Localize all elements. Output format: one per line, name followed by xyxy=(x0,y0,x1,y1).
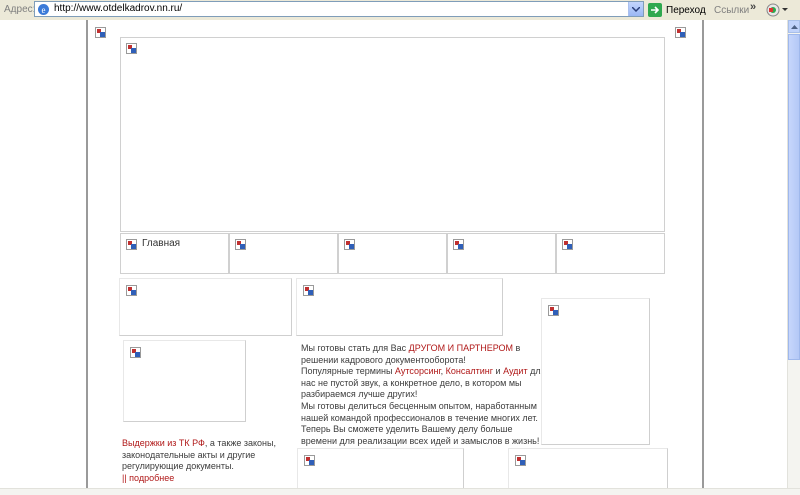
scroll-up-button[interactable] xyxy=(788,20,800,33)
chevron-down-icon xyxy=(782,7,788,11)
scroll-thumb[interactable] xyxy=(788,34,800,360)
svg-text:e: e xyxy=(42,5,46,15)
address-dropdown-button[interactable] xyxy=(628,2,643,16)
left-header-box xyxy=(119,278,292,336)
chevron-down-icon xyxy=(632,6,640,12)
broken-image-icon xyxy=(126,285,137,296)
nav-item-3[interactable] xyxy=(338,233,447,274)
broken-image-icon xyxy=(304,455,315,466)
broken-image-icon xyxy=(303,285,314,296)
audit-link[interactable]: Аудит xyxy=(503,366,528,376)
right-bottom-box xyxy=(508,448,668,488)
toolbar-extra-button[interactable] xyxy=(766,2,794,17)
address-toolbar: Адрес: e http://www.otdelkadrov.nn.ru/ П… xyxy=(0,0,800,21)
nav-item-4[interactable] xyxy=(447,233,556,274)
broken-image-icon xyxy=(235,239,246,250)
broken-image-icon xyxy=(453,239,464,250)
broken-image-icon xyxy=(126,239,137,250)
broken-image-icon xyxy=(126,43,137,54)
browser-viewport: Главная Выдержки из ТК РФ, а также закон… xyxy=(0,20,787,488)
address-field[interactable]: e http://www.otdelkadrov.nn.ru/ xyxy=(34,1,644,17)
broken-image-icon xyxy=(344,239,355,250)
chevron-up-icon xyxy=(790,24,798,29)
go-arrow-icon xyxy=(648,3,662,17)
outsourcing-link[interactable]: Аутсорсинг xyxy=(395,366,441,376)
left-laws-text: Выдержки из ТК РФ, а также законы, закон… xyxy=(122,438,276,483)
broken-image-icon xyxy=(675,27,686,38)
intro-text: Мы готовы стать для Вас ДРУГОМ И ПАРТНЕР… xyxy=(301,343,546,446)
left-image-box xyxy=(123,340,246,422)
nav-item-5[interactable] xyxy=(556,233,665,274)
nav-item-home[interactable]: Главная xyxy=(120,233,229,274)
go-button[interactable]: Переход xyxy=(648,2,706,18)
ie-page-icon: e xyxy=(38,4,49,15)
header-banner xyxy=(120,37,665,232)
center-header-box xyxy=(296,278,503,336)
vertical-scrollbar[interactable] xyxy=(787,20,800,488)
address-url[interactable]: http://www.otdelkadrov.nn.ru/ xyxy=(54,3,182,14)
links-toolbar-label[interactable]: Ссылки xyxy=(714,5,749,16)
consulting-link[interactable]: Консалтинг xyxy=(446,366,493,376)
toolbar-globe-icon xyxy=(766,3,780,16)
partner-link[interactable]: ДРУГОМ И ПАРТНЕРОМ xyxy=(409,343,513,353)
page-container: Главная Выдержки из ТК РФ, а также закон… xyxy=(86,20,704,488)
broken-image-icon xyxy=(130,347,141,358)
go-label: Переход xyxy=(666,4,706,16)
right-side-box xyxy=(541,298,650,445)
broken-image-icon xyxy=(95,27,106,38)
nav-home-label[interactable]: Главная xyxy=(142,238,180,249)
address-label: Адрес: xyxy=(4,4,36,15)
tk-rf-link[interactable]: Выдержки из ТК РФ xyxy=(122,438,205,448)
broken-image-icon xyxy=(548,305,559,316)
nav-item-2[interactable] xyxy=(229,233,338,274)
links-chevron[interactable]: » xyxy=(750,1,756,13)
broken-image-icon xyxy=(515,455,526,466)
more-link[interactable]: || подробнее xyxy=(122,473,174,483)
broken-image-icon xyxy=(562,239,573,250)
center-bottom-box xyxy=(297,448,464,488)
